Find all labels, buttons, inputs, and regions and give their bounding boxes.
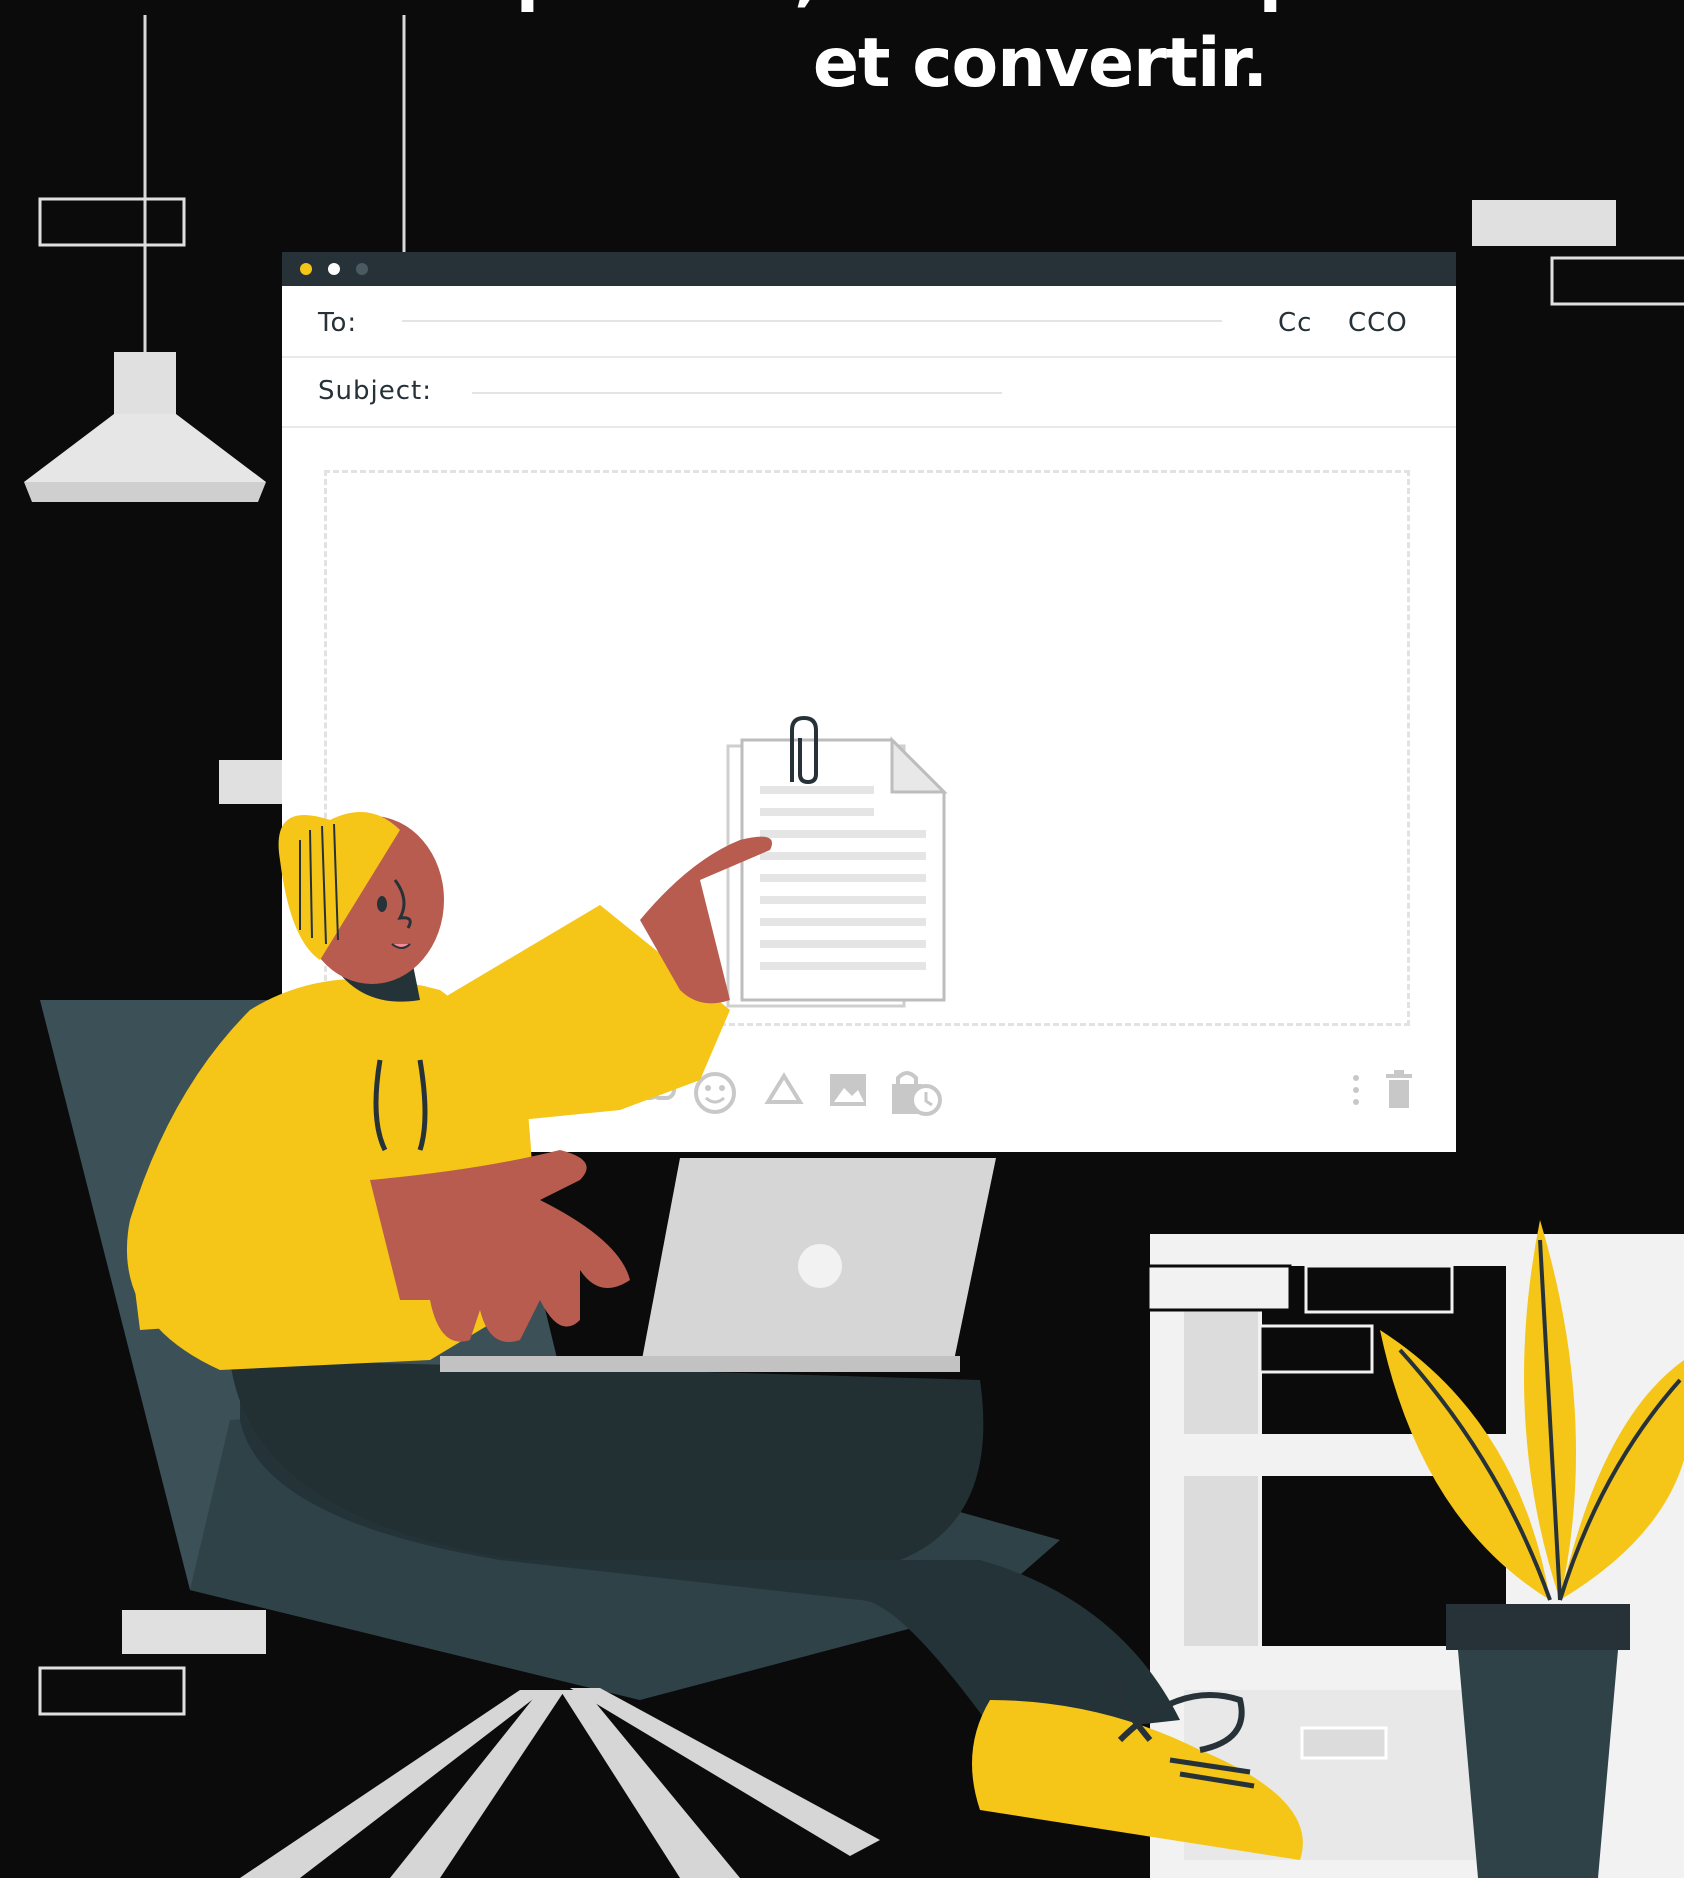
- more-options-icon[interactable]: [1348, 1070, 1364, 1112]
- wall-brick: [219, 760, 283, 804]
- link-icon[interactable]: [634, 1070, 676, 1112]
- to-label: To:: [318, 308, 358, 338]
- wall-brick: [1472, 200, 1616, 246]
- window-titlebar: [282, 252, 1456, 286]
- drive-icon[interactable]: [764, 1070, 804, 1110]
- wall-brick: [122, 1610, 266, 1654]
- wall-brick: [38, 197, 186, 247]
- attached-document-icon[interactable]: [722, 716, 962, 1016]
- field-separator: [282, 356, 1456, 358]
- window-dot-white[interactable]: [328, 263, 340, 275]
- subject-label: Subject:: [318, 376, 432, 406]
- wall-brick: [1550, 256, 1684, 306]
- field-separator: [282, 426, 1456, 428]
- trash-icon[interactable]: [1382, 1070, 1416, 1112]
- image-icon[interactable]: [828, 1070, 868, 1110]
- headline-line-1: optimisé, c'est la clé pour attirer: [470, 0, 1684, 20]
- headline-line-2: et convertir.: [812, 24, 1268, 103]
- cc-button[interactable]: Cc: [1278, 308, 1312, 338]
- window-dot-gray[interactable]: [356, 263, 368, 275]
- shelf-cabinet: [1146, 1234, 1684, 1878]
- window-dot-yellow[interactable]: [300, 263, 312, 275]
- headline: optimisé, c'est la clé pour attirer et c…: [470, 0, 1684, 108]
- pendant-lamp: [24, 352, 266, 502]
- email-compose-window: To: Cc CCO Subject:: [282, 252, 1456, 1152]
- wall-brick: [38, 1666, 186, 1716]
- to-input[interactable]: [402, 320, 1222, 322]
- illustration-stage: optimisé, c'est la clé pour attirer et c…: [0, 0, 1684, 1878]
- bcc-button[interactable]: CCO: [1348, 308, 1408, 338]
- subject-input[interactable]: [472, 392, 1002, 394]
- emoji-icon[interactable]: [692, 1070, 738, 1116]
- schedule-lock-icon[interactable]: [888, 1070, 944, 1118]
